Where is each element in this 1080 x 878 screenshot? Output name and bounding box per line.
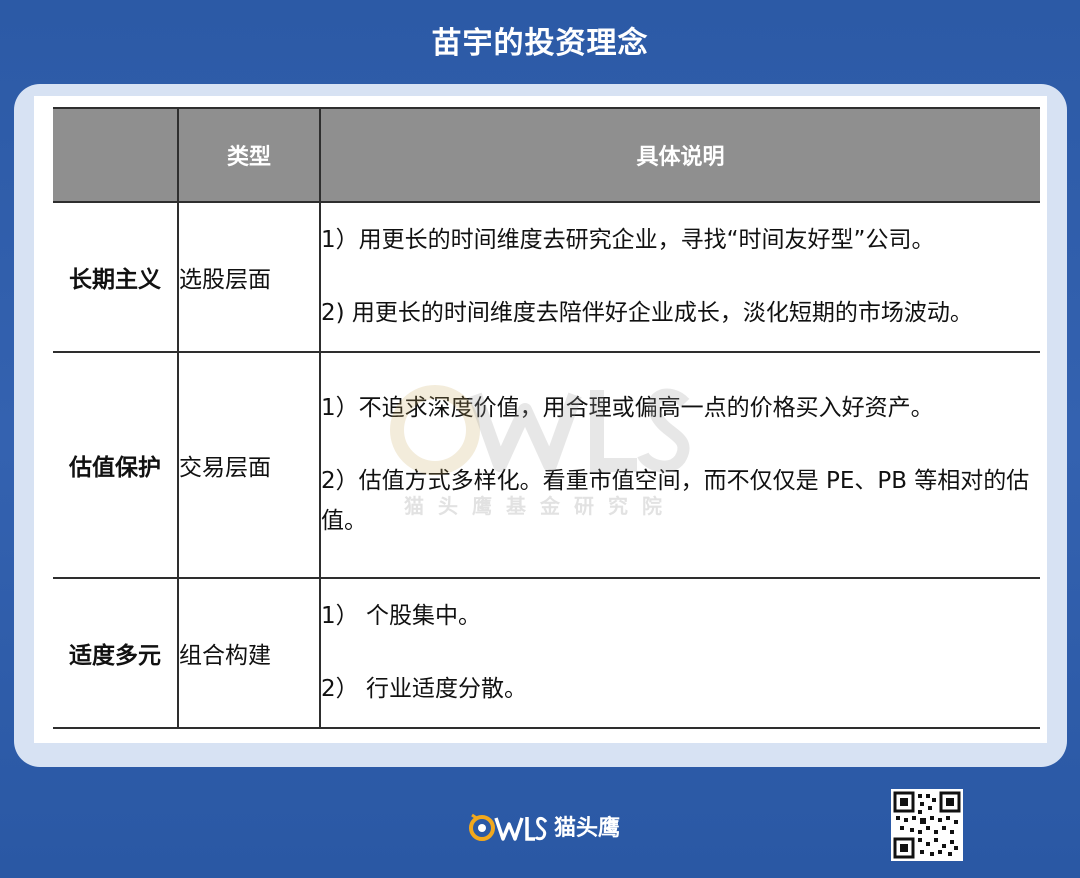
description-point: 2） 行业适度分散。 [321, 676, 527, 702]
principle-name: 长期主义 [53, 202, 178, 353]
principle-description: 1）用更长的时间维度去研究企业，寻找“时间友好型”公司。 2) 用更长的时间维度… [319, 202, 1040, 353]
table-row: 适度多元 组合构建 1） 个股集中。 2） 行业适度分散。 [53, 578, 1040, 729]
principle-name: 估值保护 [53, 352, 178, 579]
owls-logo-icon [469, 813, 548, 841]
table-row: 长期主义 选股层面 1）用更长的时间维度去研究企业，寻找“时间友好型”公司。 2… [53, 202, 1040, 353]
principle-type: 选股层面 [177, 202, 320, 353]
description-point: 1） 个股集中。 [321, 602, 481, 629]
table-row: 估值保护 交易层面 1）不追求深度价值，用合理或偏高一点的价格买入好资产。 2）… [53, 352, 1040, 579]
header-cell-description: 具体说明 [319, 107, 1040, 203]
principle-type: 交易层面 [177, 352, 320, 579]
qr-code-icon [891, 789, 963, 861]
principle-description: 1）不追求深度价值，用合理或偏高一点的价格买入好资产。 2）估值方式多样化。看重… [319, 352, 1040, 579]
header-cell-type: 类型 [177, 107, 320, 203]
table-header-row: 类型 具体说明 [53, 107, 1040, 203]
principle-type: 组合构建 [177, 578, 320, 729]
page-title: 苗宇的投资理念 [431, 26, 649, 61]
header-cell-name [53, 107, 178, 203]
principle-description: 1） 个股集中。 2） 行业适度分散。 [319, 578, 1040, 729]
description-point: 1）用更长的时间维度去研究企业，寻找“时间友好型”公司。 [321, 226, 935, 253]
footer-brand: 猫头鹰 [466, 806, 620, 846]
investment-philosophy-table: 类型 具体说明 长期主义 选股层面 1）用更长的时间维度去研究企业，寻找“时间友… [53, 107, 1040, 729]
description-point: 1）不追求深度价值，用合理或偏高一点的价格买入好资产。 [321, 395, 934, 422]
description-point: 2）估值方式多样化。看重市值空间，而不仅仅是 PE、PB 等相对的估值。 [321, 468, 1030, 534]
principle-name: 适度多元 [53, 578, 178, 729]
brand-name: 猫头鹰 [554, 816, 621, 841]
content-card: 类型 具体说明 长期主义 选股层面 1）用更长的时间维度去研究企业，寻找“时间友… [14, 84, 1067, 767]
card-inner: 类型 具体说明 长期主义 选股层面 1）用更长的时间维度去研究企业，寻找“时间友… [34, 96, 1047, 743]
description-point: 2) 用更长的时间维度去陪伴好企业成长，淡化短期的市场波动。 [321, 300, 973, 326]
